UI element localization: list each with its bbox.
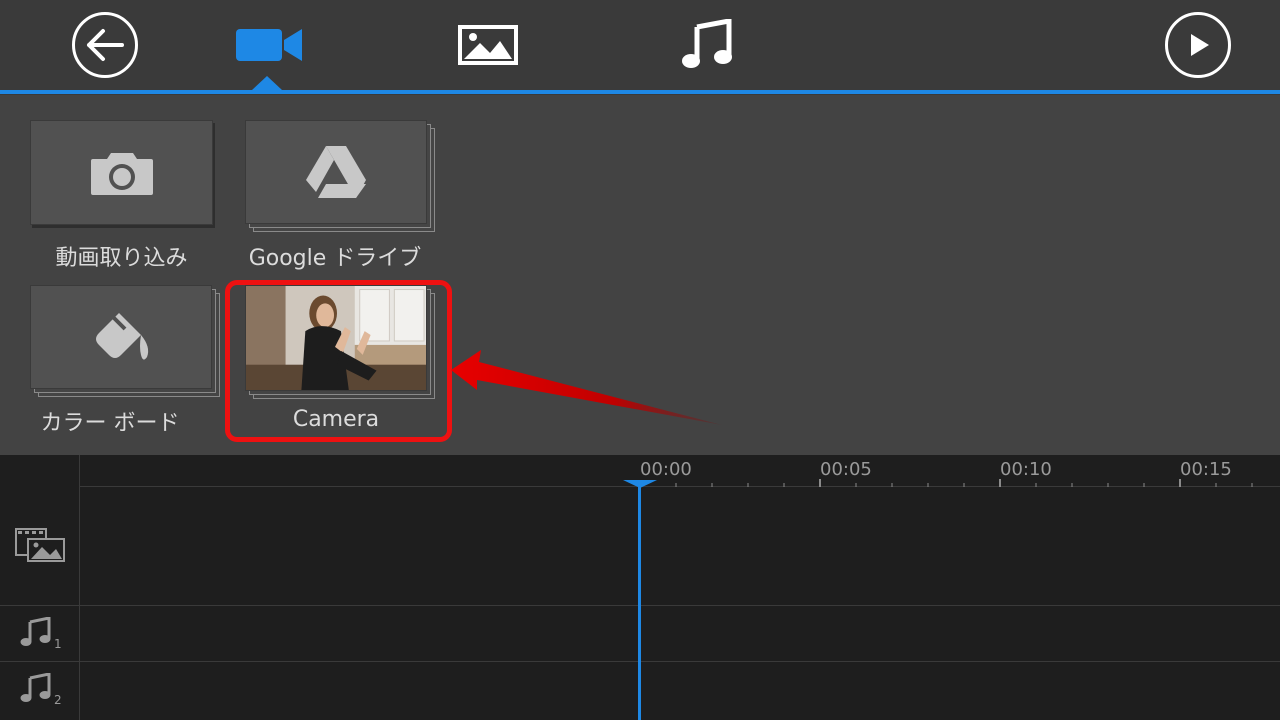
tile-label: 動画取り込み — [55, 246, 188, 271]
timeline: 1 2 00:00 00:05 00:10 00:15 — [0, 455, 1280, 720]
tile-video-capture[interactable]: 動画取り込み — [30, 120, 220, 271]
back-button[interactable] — [72, 12, 138, 78]
video-editor-app: 動画取り込み Google ドライブ カラー ボード Camera 1 2 00… — [0, 0, 1280, 720]
paint-bucket-icon — [96, 313, 149, 360]
active-tab-indicator — [252, 76, 282, 90]
tile-label: Google ドライブ — [248, 246, 422, 271]
video-image-track-icon — [15, 528, 65, 562]
tile-face — [30, 285, 212, 389]
music-track-icon — [20, 673, 51, 702]
tab-image[interactable] — [452, 18, 524, 72]
play-button[interactable] — [1165, 12, 1231, 78]
tile-color-board[interactable]: カラー ボード — [30, 285, 230, 445]
toolbar-underline — [0, 90, 1280, 94]
track-number: 1 — [54, 637, 62, 651]
play-icon — [1191, 34, 1209, 56]
track-number: 2 — [54, 693, 62, 707]
music-track-2-header[interactable]: 2 — [20, 673, 62, 707]
tile-google-drive[interactable]: Google ドライブ — [245, 120, 445, 271]
tab-music[interactable] — [676, 14, 740, 74]
arrow-left-icon — [87, 29, 124, 61]
arrow-pointer-icon — [451, 350, 722, 425]
track-sidebar: 1 2 — [0, 455, 80, 720]
highlight-frame — [225, 280, 452, 442]
ruler-ticks — [639, 479, 1253, 487]
tile-label: カラー ボード — [40, 411, 180, 436]
playhead[interactable] — [638, 483, 641, 720]
tile-face — [245, 120, 427, 224]
time-ruler[interactable]: 00:00 00:05 00:10 00:15 — [80, 455, 1280, 487]
google-drive-icon — [306, 146, 366, 198]
image-icon — [458, 25, 518, 65]
video-track-header[interactable] — [14, 527, 66, 563]
music-note-icon — [682, 19, 732, 68]
tile-face — [30, 120, 213, 225]
music-track-icon — [20, 617, 51, 646]
video-camera-icon — [236, 29, 302, 61]
tab-video[interactable] — [226, 18, 310, 72]
top-toolbar — [0, 0, 1280, 95]
camera-icon — [90, 152, 153, 195]
music-track-1-header[interactable]: 1 — [20, 617, 62, 651]
